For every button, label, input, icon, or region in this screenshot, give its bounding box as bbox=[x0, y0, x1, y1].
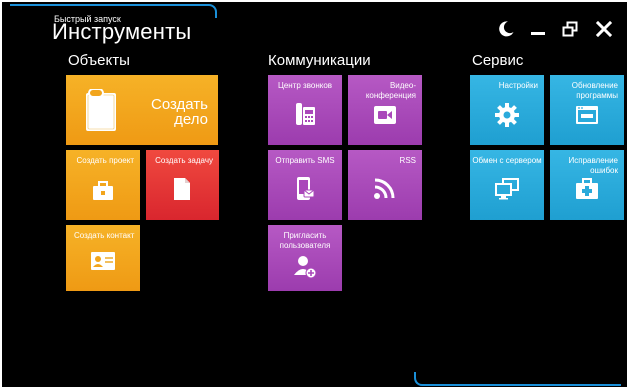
close-icon bbox=[596, 21, 612, 37]
tile-fix-errors-label-2: ошибок bbox=[590, 166, 618, 175]
minimize-icon bbox=[531, 32, 545, 35]
tile-video-conference-label-2: конференция bbox=[365, 91, 416, 100]
first-aid-kit-icon bbox=[575, 178, 599, 200]
tile-invite-user[interactable]: Пригласить пользователя bbox=[268, 225, 342, 291]
tile-create-case-label-1: Создать bbox=[150, 96, 208, 113]
rss-icon bbox=[373, 176, 397, 200]
section-title-service: Сервис bbox=[472, 52, 524, 69]
tile-call-center[interactable]: Центр звонков bbox=[268, 75, 342, 145]
moon-icon bbox=[499, 21, 514, 37]
tile-create-task[interactable]: Создать задачу bbox=[146, 150, 219, 220]
tile-create-contact[interactable]: Создать контакт bbox=[66, 225, 140, 291]
document-icon bbox=[84, 89, 120, 133]
section-title-objects: Объекты bbox=[68, 52, 130, 69]
tile-rss-label: RSS bbox=[399, 156, 416, 165]
tile-update-label-1: Обновление bbox=[571, 81, 618, 90]
tile-create-project[interactable]: Создать проект bbox=[66, 150, 140, 220]
tile-create-case-label-2: дело bbox=[174, 111, 208, 128]
video-camera-icon bbox=[373, 105, 397, 125]
close-button[interactable] bbox=[594, 19, 614, 39]
add-user-icon bbox=[293, 255, 317, 279]
app-window: Быстрый запуск Инструменты Объекты Комму… bbox=[2, 2, 627, 387]
tile-call-center-label: Центр звонков bbox=[277, 81, 333, 90]
tile-sync-server[interactable]: Обмен с сервером bbox=[470, 150, 544, 220]
tile-sync-server-label: Обмен с сервером bbox=[472, 156, 542, 165]
tile-create-case[interactable]: Создать дело bbox=[66, 75, 218, 145]
tile-video-conference[interactable]: Видео- конференция bbox=[348, 75, 422, 145]
tile-settings-label: Настройки bbox=[498, 81, 538, 90]
restore-button[interactable] bbox=[560, 19, 580, 39]
tile-invite-user-label-2: пользователя bbox=[279, 241, 331, 250]
tile-fix-errors-label-1: Исправление bbox=[568, 156, 619, 165]
tile-send-sms-label: Отправить SMS bbox=[275, 156, 335, 165]
window-title: Инструменты bbox=[52, 19, 192, 44]
tile-video-conference-label-1: Видео- bbox=[389, 81, 416, 90]
tile-invite-user-label-1: Пригласить bbox=[283, 231, 327, 240]
theme-toggle-button[interactable] bbox=[496, 19, 516, 39]
browser-update-icon bbox=[575, 105, 599, 125]
tile-rss[interactable]: RSS bbox=[348, 150, 422, 220]
tile-update[interactable]: Обновление программы bbox=[550, 75, 624, 145]
restore-icon bbox=[562, 21, 578, 37]
section-title-communications: Коммуникации bbox=[268, 52, 371, 69]
tile-fix-errors[interactable]: Исправление ошибок bbox=[550, 150, 624, 220]
tile-create-project-label: Создать проект bbox=[76, 156, 134, 165]
desk-phone-icon bbox=[293, 101, 317, 127]
tile-create-contact-label: Создать контакт bbox=[74, 231, 135, 240]
window-accent-bottom bbox=[414, 372, 621, 386]
tile-send-sms[interactable]: Отправить SMS bbox=[268, 150, 342, 220]
gear-icon bbox=[495, 103, 519, 127]
briefcase-icon bbox=[91, 180, 115, 202]
contact-card-icon bbox=[90, 251, 116, 271]
tile-settings[interactable]: Настройки bbox=[470, 75, 544, 145]
minimize-button[interactable] bbox=[528, 19, 548, 39]
monitors-sync-icon bbox=[494, 178, 520, 200]
mobile-sms-icon bbox=[294, 176, 316, 202]
page-icon bbox=[172, 176, 192, 202]
tile-update-label-2: программы bbox=[576, 91, 618, 100]
tile-create-task-label: Создать задачу bbox=[155, 156, 213, 165]
